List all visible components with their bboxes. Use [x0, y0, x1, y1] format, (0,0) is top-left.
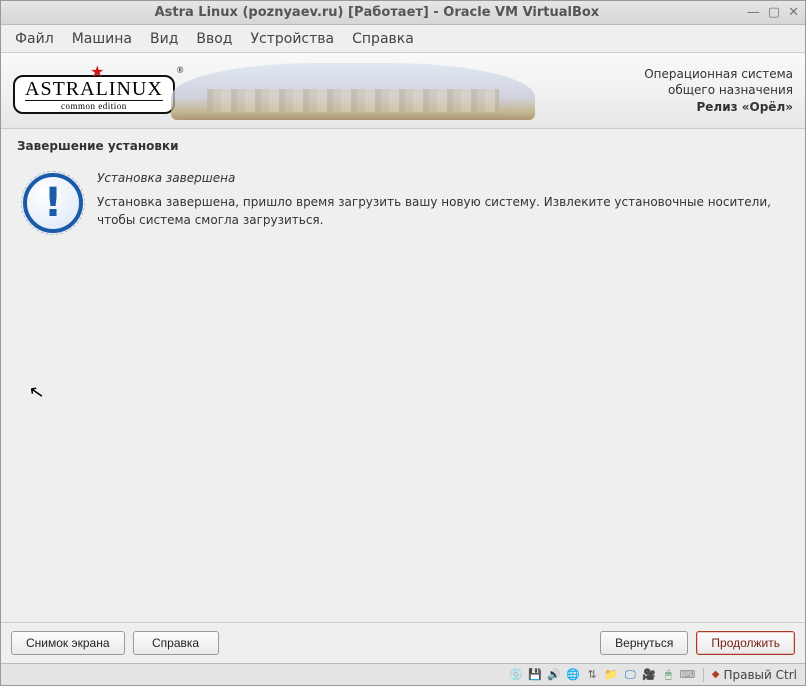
info-exclamation-icon: !: [23, 173, 83, 233]
network-icon[interactable]: 🌐: [566, 667, 581, 682]
menu-view[interactable]: Вид: [150, 31, 178, 47]
back-button[interactable]: Вернуться: [600, 631, 688, 655]
keyboard-icon[interactable]: ⌨: [680, 667, 695, 682]
message-body: Установка завершена, пришло время загруз…: [97, 193, 789, 229]
hostkey-diamond-icon: ◆: [712, 669, 720, 680]
menu-input[interactable]: Ввод: [196, 31, 232, 47]
shared-folders-icon[interactable]: 📁: [604, 667, 619, 682]
host-key-label: Правый Ctrl: [723, 668, 797, 682]
mouse-integration-icon[interactable]: 🖱: [661, 667, 676, 682]
display-icon[interactable]: 🖵: [623, 667, 638, 682]
screenshot-button[interactable]: Снимок экрана: [11, 631, 125, 655]
menu-help[interactable]: Справка: [352, 31, 414, 47]
banner-line1: Операционная система: [644, 66, 793, 82]
status-icons: 💿 💾 🔊 🌐 ⇅ 📁 🖵 🎥 🖱 ⌨: [509, 667, 695, 682]
minimize-button[interactable]: —: [747, 5, 760, 20]
close-button[interactable]: ✕: [788, 5, 799, 20]
menu-machine[interactable]: Машина: [72, 31, 132, 47]
maximize-button[interactable]: ▢: [768, 5, 780, 20]
logo-text-main: ASTRALINUX: [25, 79, 163, 99]
registered-icon: ®: [177, 65, 184, 75]
audio-icon[interactable]: 🔊: [547, 667, 562, 682]
help-button[interactable]: Справка: [133, 631, 219, 655]
menu-devices[interactable]: Устройства: [251, 31, 335, 47]
usb-icon[interactable]: ⇅: [585, 667, 600, 682]
menubar: Файл Машина Вид Ввод Устройства Справка: [1, 25, 805, 53]
logo-text-sub: common edition: [25, 100, 163, 111]
statusbar-separator: [703, 668, 704, 682]
installer-footer: Снимок экрана Справка Вернуться Продолжи…: [1, 622, 805, 663]
window-controls: — ▢ ✕: [747, 5, 799, 20]
virtualbox-window: Astra Linux (poznyaev.ru) [Работает] - O…: [0, 0, 806, 686]
banner-release: Релиз «Орёл»: [644, 99, 793, 115]
banner-cityscape-image: [171, 63, 535, 120]
host-key-indicator[interactable]: ◆ Правый Ctrl: [712, 668, 797, 682]
optical-disk-icon[interactable]: 💿: [509, 667, 524, 682]
harddisk-icon[interactable]: 💾: [528, 667, 543, 682]
menu-file[interactable]: Файл: [15, 31, 54, 47]
continue-button[interactable]: Продолжить: [696, 631, 795, 655]
banner-line2: общего назначения: [644, 82, 793, 98]
window-title: Astra Linux (poznyaev.ru) [Работает] - O…: [7, 5, 747, 20]
banner-text: Операционная система общего назначения Р…: [644, 66, 793, 115]
mouse-cursor-icon: ↖: [27, 381, 46, 404]
recording-icon[interactable]: 🎥: [642, 667, 657, 682]
vm-statusbar: 💿 💾 🔊 🌐 ⇅ 📁 🖵 🎥 🖱 ⌨ ◆ Правый Ctrl: [1, 663, 805, 685]
section-title: Завершение установки: [17, 139, 789, 153]
star-icon: ★: [90, 69, 104, 77]
installer-content: Завершение установки ! Установка заверше…: [1, 129, 805, 622]
installer-banner: ★ ASTRALINUX common edition ® Операционн…: [1, 53, 805, 129]
message-heading: Установка завершена: [97, 169, 789, 187]
astralinux-logo: ★ ASTRALINUX common edition ®: [13, 67, 182, 114]
titlebar: Astra Linux (poznyaev.ru) [Работает] - O…: [1, 1, 805, 25]
